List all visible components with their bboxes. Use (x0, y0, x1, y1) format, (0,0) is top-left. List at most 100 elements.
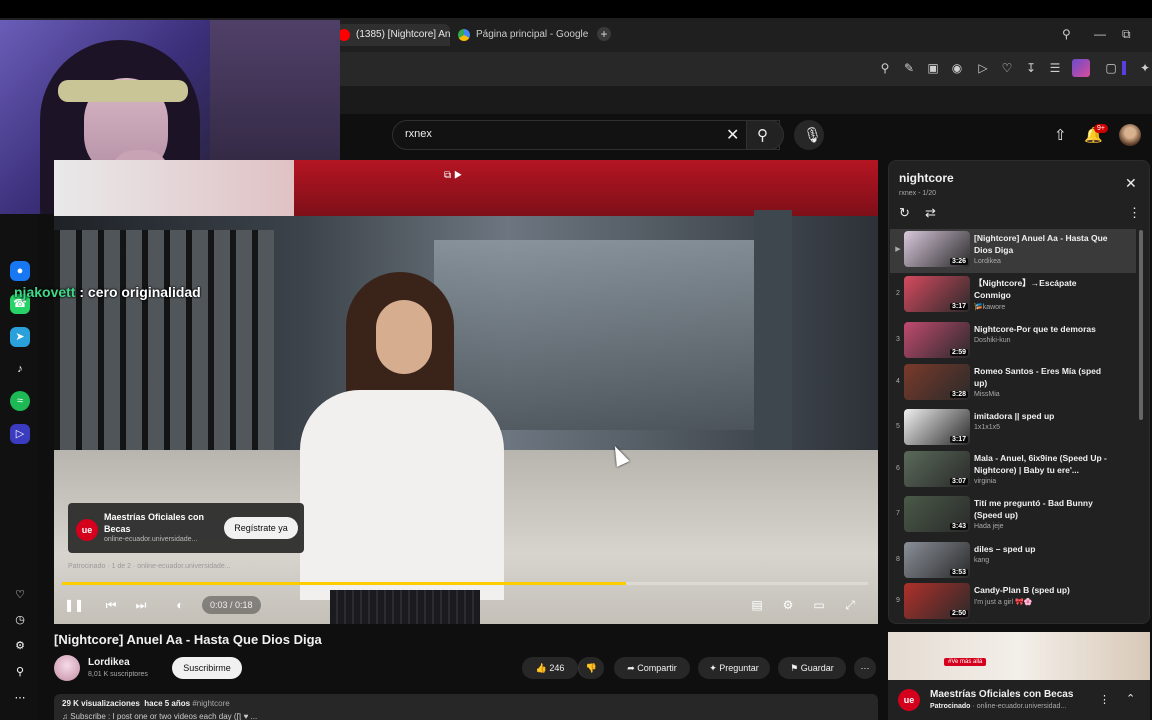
shield-icon[interactable]: ◉ (950, 61, 964, 75)
playlist-item-title[interactable]: diles – sped up (974, 543, 1114, 555)
menu-icon[interactable]: ☰ (1048, 61, 1062, 75)
lightbulb-icon[interactable]: ⚲ (10, 662, 30, 682)
playlist-menu-icon[interactable]: ⋮ (1128, 205, 1141, 221)
playlist-item[interactable]: 5 3:17 imitadora || sped up 1x1x1x5 (890, 407, 1136, 451)
playlist-item-title[interactable]: [Nightcore] Anuel Aa - Hasta Que Dios Di… (974, 232, 1114, 256)
bookmark-icon: ⚑ (790, 663, 799, 673)
chevron-up-icon[interactable]: ⌃ (1126, 692, 1135, 705)
playlist-item-thumbnail[interactable]: 3:17 (904, 276, 970, 312)
playlist-item-thumbnail[interactable]: 3:28 (904, 364, 970, 400)
search-input[interactable]: rxnex (405, 128, 432, 140)
heart-icon[interactable]: ♡ (10, 585, 30, 605)
save-label: Guardar (800, 663, 834, 673)
playlist-item-duration: 3:17 (949, 436, 968, 443)
ad-cta-button[interactable]: Regístrate ya (224, 517, 298, 539)
shuffle-icon[interactable]: ⇄ (925, 205, 936, 221)
playlist-item-thumbnail[interactable]: 3:43 (904, 496, 970, 532)
spotify-icon[interactable]: ≈ (10, 391, 30, 411)
sidebar-ad-menu-icon[interactable]: ⋮ (1099, 693, 1110, 706)
playlist-channel[interactable]: rxnex (899, 190, 916, 197)
more-icon[interactable]: ⋯ (10, 688, 30, 708)
window-titlebar (0, 0, 1152, 18)
extension-icon[interactable]: ✦ (1138, 61, 1152, 75)
playlist-item[interactable]: 9 2:50 Candy-Plan B (sped up) I'm just a gi… (890, 581, 1136, 625)
avatar-icon[interactable] (1072, 59, 1090, 77)
tab-google[interactable]: Página principal - Google (452, 24, 592, 46)
playlist-item[interactable]: 2 3:17 【Nightcore】→Escápate Conmigo 🎏kawore (890, 274, 1136, 318)
playlist-item-title[interactable]: Mala - Anuel, 6ix9ine (Speed Up - Nightc… (974, 452, 1114, 476)
new-tab-button[interactable]: + (597, 27, 611, 41)
playlist-item-thumbnail[interactable]: 3:53 (904, 542, 970, 578)
like-button[interactable]: 👍 246 (522, 657, 578, 679)
upload-icon[interactable]: ⇧ (1054, 126, 1067, 144)
subscribe-button[interactable]: Suscribirme (172, 657, 242, 679)
playlist-item-duration: 2:50 (949, 610, 968, 617)
heart-icon[interactable]: ♡ (1000, 61, 1014, 75)
playlist-item-title[interactable]: Nightcore-Por que te demoras (974, 323, 1114, 335)
more-actions-button[interactable]: ⋯ (854, 657, 876, 679)
playlist-scrollbar[interactable] (1139, 230, 1143, 420)
sidebar-ad-banner[interactable] (888, 632, 1150, 680)
settings-icon[interactable]: ⚙ (10, 636, 30, 656)
tiktok-icon[interactable]: ♪ (10, 359, 30, 379)
playlist-item-thumbnail[interactable]: 2:59 (904, 322, 970, 358)
playlist-item-thumbnail[interactable]: 2:50 (904, 583, 970, 619)
tab-label: Página principal - Google (476, 29, 589, 40)
share-button[interactable]: ➦ Compartir (614, 657, 690, 679)
view-count: 29 K visualizaciones (62, 699, 140, 708)
playlist-item[interactable]: 3 2:59 Nightcore-Por que te demoras Doshiki… (890, 320, 1136, 364)
fullscreen-icon[interactable]: ⤢ (840, 597, 860, 613)
pause-icon[interactable]: ❚❚ (64, 597, 84, 613)
playlist-item[interactable]: 4 3:28 Romeo Santos - Eres Mía (sped up) Mi… (890, 362, 1136, 406)
cube-icon[interactable]: ▢ (1104, 61, 1118, 75)
search-box[interactable] (392, 120, 780, 150)
hashtag[interactable]: #nightcore (192, 699, 229, 708)
channel-name[interactable]: Lordikea (88, 657, 130, 668)
captions-icon[interactable]: ▤ (747, 597, 767, 613)
play-icon[interactable]: ▷ (976, 61, 990, 75)
volume-icon[interactable]: ◐ (170, 597, 190, 613)
playlist-item-title[interactable]: imitadora || sped up (974, 410, 1114, 422)
playlist-item[interactable]: ▶ 3:26 [Nightcore] Anuel Aa - Hasta Que Di… (890, 229, 1136, 273)
player-app-icon[interactable]: ▷ (10, 424, 30, 444)
zoom-icon[interactable]: ⚲ (878, 61, 892, 75)
camera-icon[interactable]: ▣ (926, 61, 940, 75)
channel-avatar[interactable] (54, 655, 80, 681)
minimize-icon[interactable]: — (1094, 27, 1106, 41)
loop-icon[interactable]: ↻ (899, 205, 910, 221)
ask-button[interactable]: ✦ Preguntar (698, 657, 770, 679)
playlist-item[interactable]: 6 3:07 Mala - Anuel, 6ix9ine (Speed Up - N… (890, 449, 1136, 493)
playlist-item-thumbnail[interactable]: 3:17 (904, 409, 970, 445)
save-button[interactable]: ⚑ Guardar (778, 657, 846, 679)
dislike-button[interactable]: 👎 (578, 657, 604, 679)
playlist-item-thumbnail[interactable]: 3:07 (904, 451, 970, 487)
playlist-item-index: 2 (896, 290, 900, 297)
telegram-icon[interactable]: ➤ (10, 327, 30, 347)
next-icon[interactable]: ⏭ (131, 597, 151, 613)
clear-search-icon[interactable]: ✕ (726, 125, 739, 145)
history-icon[interactable]: ◷ (10, 610, 30, 630)
search-tabs-icon[interactable]: ⚲ (1062, 27, 1071, 41)
settings-icon[interactable]: ⚙ (778, 597, 798, 613)
playlist-item[interactable]: 7 3:43 Tití me preguntó - Bad Bunny (Speed… (890, 494, 1136, 538)
video-player[interactable] (54, 160, 878, 624)
edit-icon[interactable]: ✎ (902, 61, 916, 75)
playlist-item-title[interactable]: Tití me preguntó - Bad Bunny (Speed up) (974, 497, 1114, 521)
theater-icon[interactable]: ▭ (809, 597, 829, 613)
messenger-icon[interactable]: ● (10, 261, 30, 281)
video-scene-glass (434, 240, 764, 430)
restore-icon[interactable]: ⧉ (1122, 27, 1131, 42)
playlist-item[interactable]: 8 3:53 diles – sped up kang (890, 540, 1136, 584)
account-avatar[interactable] (1119, 124, 1141, 146)
playlist-item-title[interactable]: 【Nightcore】→Escápate Conmigo (974, 277, 1114, 301)
tab-youtube[interactable]: (1385) [Nightcore] Anuel Aa - Hasta Que … (332, 24, 450, 46)
download-icon[interactable]: ↧ (1024, 61, 1038, 75)
miniplayer-icon[interactable]: ⧉ ▶ (444, 170, 482, 186)
playlist-item-title[interactable]: Candy-Plan B (sped up) (974, 584, 1114, 596)
playlist-item-title[interactable]: Romeo Santos - Eres Mía (sped up) (974, 365, 1114, 389)
sidebar-ad-title[interactable]: Maestrías Oficiales con Becas (930, 689, 1073, 700)
playlist-item-thumbnail[interactable]: 3:26 (904, 231, 970, 267)
previous-icon[interactable]: ⏮ (101, 597, 121, 613)
close-playlist-icon[interactable]: ✕ (1125, 175, 1137, 192)
playlist-title[interactable]: nightcore (899, 171, 954, 185)
